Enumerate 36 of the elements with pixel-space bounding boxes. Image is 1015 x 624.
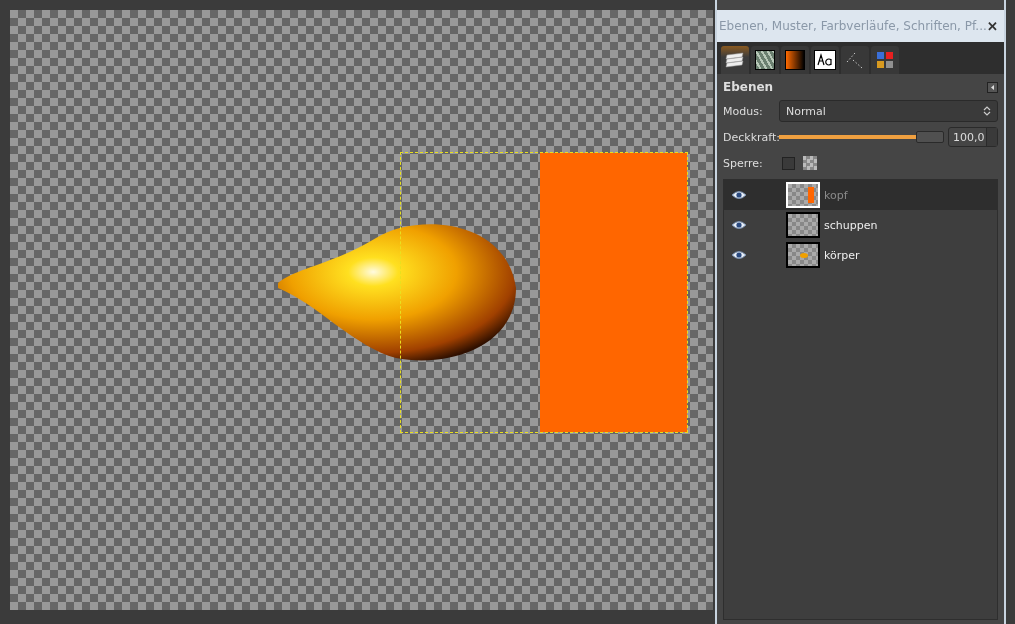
panel-heading: Ebenen: [723, 80, 774, 94]
close-button[interactable]: ✕: [987, 18, 998, 34]
paths-icon: [845, 50, 865, 70]
opacity-field[interactable]: 100,0: [948, 127, 998, 147]
colors-icon: [876, 51, 894, 69]
layer-row[interactable]: kopf: [724, 180, 997, 210]
slider-thumb[interactable]: [916, 131, 944, 143]
layer-name: körper: [824, 248, 860, 262]
panel-menu-icon[interactable]: [987, 81, 998, 93]
dock-title: Ebenen, Muster, Farbverläufe, Schriften, Pf...: [719, 19, 987, 33]
lock-alpha-checkbox[interactable]: [803, 156, 817, 170]
mode-label: Modus:: [723, 104, 764, 118]
gradient-icon: [785, 50, 805, 70]
lock-label: Sperre:: [723, 156, 764, 170]
eye-icon[interactable]: [731, 220, 747, 230]
dock-tab[interactable]: [781, 46, 809, 74]
image-canvas[interactable]: [10, 10, 713, 610]
pattern-icon: [755, 50, 775, 70]
eye-icon[interactable]: [731, 190, 747, 200]
spinner-arrows-icon: [983, 105, 991, 117]
lock-pixels-checkbox[interactable]: [782, 156, 795, 170]
layer-row[interactable]: körper: [724, 240, 997, 270]
layer-thumbnail: [786, 182, 820, 208]
font-icon: [814, 50, 836, 70]
dock-tab[interactable]: [721, 46, 749, 74]
eye-icon[interactable]: [731, 250, 747, 260]
dock-tab[interactable]: [751, 46, 779, 74]
dock-tab[interactable]: [811, 46, 839, 74]
layers-icon: [724, 51, 746, 69]
opacity-slider[interactable]: [779, 130, 944, 144]
layer-name: kopf: [824, 188, 848, 202]
layer-name: schuppen: [824, 218, 878, 232]
layer-thumbnail: [786, 212, 820, 238]
mode-dropdown[interactable]: Normal: [779, 100, 998, 122]
layer-thumbnail: [786, 242, 820, 268]
layer-row[interactable]: schuppen: [724, 210, 997, 240]
